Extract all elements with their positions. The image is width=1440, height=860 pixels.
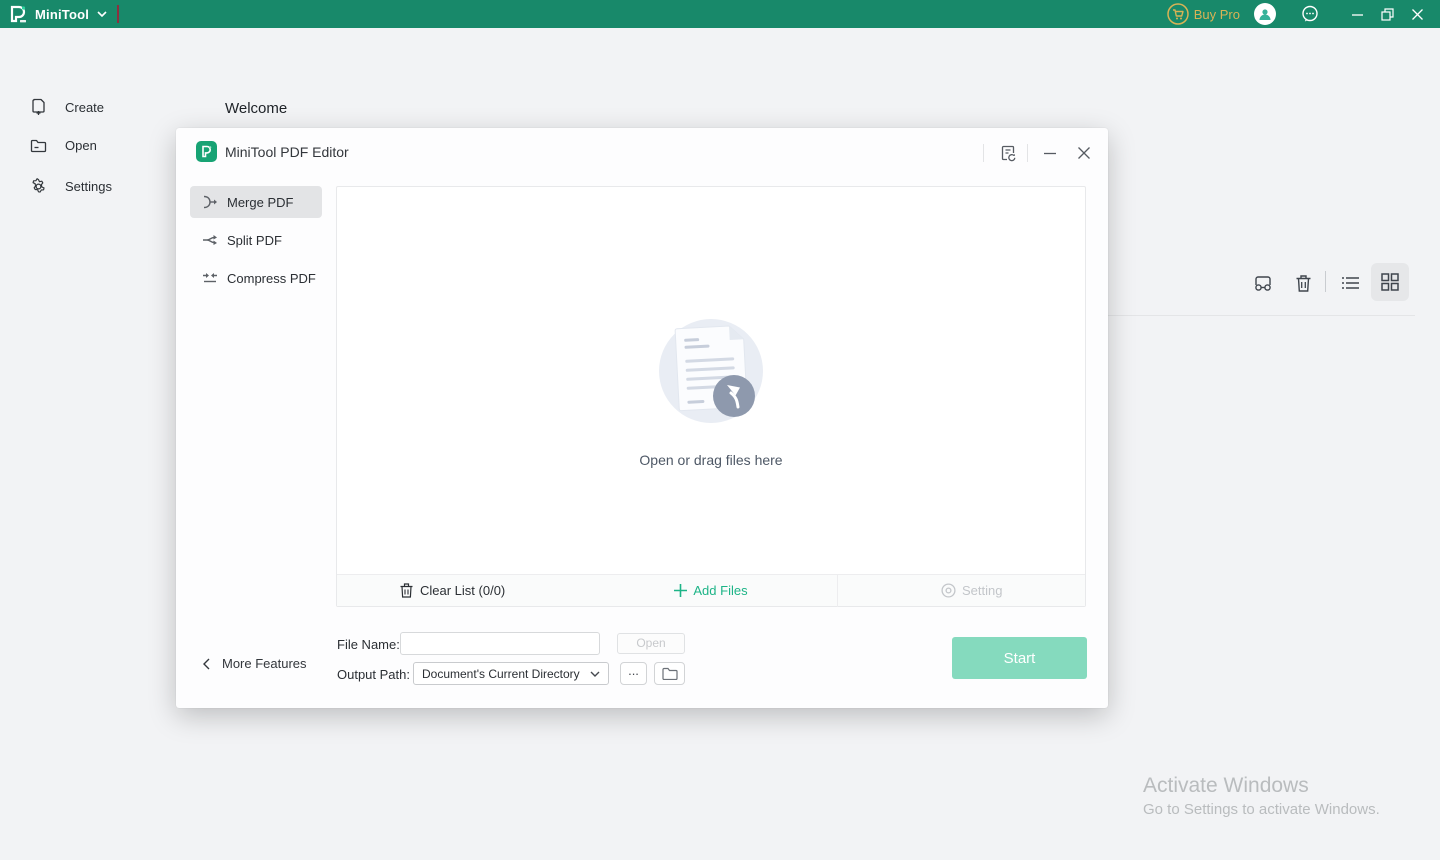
add-files-label: Add Files (693, 583, 748, 598)
buy-pro-label: Buy Pro (1193, 6, 1240, 22)
titlebar-separator (117, 5, 120, 23)
watermark-title: Activate Windows (1143, 774, 1309, 797)
account-avatar[interactable] (1254, 3, 1276, 25)
feedback-button[interactable] (996, 141, 1020, 165)
close-icon (1411, 8, 1423, 20)
dropdown-caret-icon[interactable] (97, 11, 107, 17)
tab-label: Split PDF (227, 232, 282, 248)
output-path-value: Document's Current Directory (422, 666, 580, 681)
file-dropzone[interactable]: Open or drag files here Clear List (0/0)… (336, 186, 1086, 607)
sidebar-item-create[interactable]: Create (30, 98, 104, 116)
grid-view-button[interactable] (1371, 263, 1409, 301)
start-button[interactable]: Start (952, 637, 1087, 679)
split-icon (203, 235, 217, 245)
chat-icon[interactable] (1300, 4, 1320, 24)
dialog-header-separator (1027, 144, 1028, 162)
merge-icon (203, 195, 217, 209)
cart-icon (1167, 3, 1189, 25)
open-folder-icon (30, 139, 47, 153)
more-features-label: More Features (222, 656, 307, 671)
window-minimize-button[interactable] (1342, 0, 1372, 28)
document-cursor-illustration (659, 319, 763, 423)
toolbar-separator (1325, 271, 1326, 292)
pdf-logo-icon (202, 145, 212, 158)
dialog-title: MiniTool PDF Editor (225, 144, 349, 160)
feedback-icon (1001, 145, 1015, 161)
dialog-logo (196, 141, 217, 162)
setting-label: Setting (962, 583, 1003, 598)
dropzone-footer: Clear List (0/0) Add Files Setting (337, 574, 1085, 607)
glasses-icon (1255, 275, 1271, 291)
restore-icon (1380, 7, 1394, 21)
list-view-icon (1342, 277, 1359, 289)
grid-view-icon (1381, 273, 1399, 291)
buy-pro-button[interactable]: Buy Pro (1167, 3, 1240, 25)
content-divider (1108, 315, 1415, 316)
tab-label: Merge PDF (227, 194, 294, 210)
file-name-label: File Name: (337, 637, 400, 652)
brand-label: MiniTool (35, 6, 90, 22)
folder-icon (661, 667, 678, 680)
output-path-select[interactable]: Document's Current Directory (413, 662, 609, 685)
setting-button[interactable]: Setting (941, 583, 1002, 598)
user-icon (1259, 9, 1271, 20)
more-features-button[interactable]: More Features (203, 656, 307, 671)
browse-button[interactable]: ... (620, 662, 647, 685)
tab-welcome[interactable]: Welcome (225, 100, 287, 117)
gear-icon (32, 178, 45, 193)
footer-separator (837, 575, 838, 607)
sidebar-item-settings[interactable]: Settings (30, 178, 112, 195)
dialog-close-button[interactable] (1072, 141, 1096, 165)
minitool-pdf-logo-icon (10, 5, 26, 23)
sidebar-item-label: Settings (65, 179, 112, 194)
compress-icon (203, 273, 217, 283)
sidebar-item-label: Open (65, 138, 97, 153)
open-output-folder-button[interactable] (654, 662, 685, 685)
new-document-icon (32, 98, 45, 115)
tab-label: Compress PDF (227, 270, 316, 286)
sidebar-item-label: Create (65, 99, 105, 115)
sidebar-item-open[interactable]: Open (30, 138, 97, 153)
delete-button[interactable] (1291, 271, 1315, 295)
dropzone-hint: Open or drag files here (639, 452, 783, 468)
watermark-subtitle: Go to Settings to activate Windows. (1143, 801, 1380, 818)
dropzone-body[interactable]: Open or drag files here (337, 187, 1085, 574)
trash-icon (1296, 274, 1310, 292)
titlebar: MiniTool Buy Pro (0, 0, 1440, 28)
chevron-left-icon (203, 658, 210, 669)
tab-split-pdf[interactable]: Split PDF (190, 224, 322, 256)
tab-merge-pdf[interactable]: Merge PDF (190, 186, 322, 218)
dialog-header-separator (983, 144, 984, 162)
dialog-minimize-button[interactable] (1038, 141, 1062, 165)
activate-windows-watermark: Activate Windows Go to Settings to activ… (1143, 774, 1380, 818)
file-name-input[interactable] (400, 632, 600, 655)
list-view-button[interactable] (1339, 271, 1363, 295)
plus-icon (674, 584, 688, 597)
pdf-tools-dialog: MiniTool PDF Editor Merge PDF Split PDF (176, 128, 1108, 708)
setting-gear-icon (941, 583, 956, 598)
tab-compress-pdf[interactable]: Compress PDF (190, 262, 322, 294)
open-button[interactable]: Open (617, 633, 685, 654)
minimize-icon (1044, 152, 1056, 155)
window-restore-button[interactable] (1372, 0, 1402, 28)
close-icon (1078, 147, 1090, 159)
window-close-button[interactable] (1402, 0, 1432, 28)
chevron-down-icon (590, 671, 600, 677)
output-path-label: Output Path: (337, 667, 410, 682)
minimize-icon (1351, 13, 1363, 16)
reader-mode-button[interactable] (1251, 271, 1275, 295)
